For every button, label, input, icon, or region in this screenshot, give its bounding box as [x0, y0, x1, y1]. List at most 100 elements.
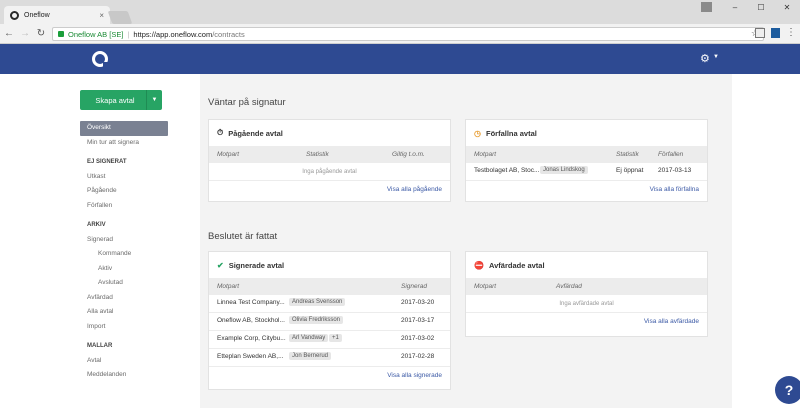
row-person-badge: Andreas Svensson — [289, 298, 346, 306]
no-entry-icon: ⛔ — [474, 260, 484, 270]
gear-icon[interactable]: ⚙ — [700, 52, 710, 65]
extension-icon[interactable] — [755, 28, 765, 38]
url-host: https://app.oneflow.com — [133, 29, 213, 39]
col-counterparty: Motpart — [474, 283, 497, 290]
sidebar-item-overview[interactable]: Översikt — [80, 121, 168, 136]
row-person-badge: Jon Bernerud — [289, 352, 332, 360]
browser-menu-icon[interactable]: ⋮ — [786, 28, 796, 38]
profile-icon[interactable] — [701, 2, 712, 12]
table-row[interactable]: Testbolaget AB, Stoc... Jonas Lindskog E… — [466, 163, 707, 181]
question-icon: ? — [784, 382, 794, 398]
show-all-signed-link[interactable]: Visa alla signerade — [209, 367, 450, 385]
sidebar-item-upcoming[interactable]: Kommande — [80, 247, 168, 262]
row-counterparty: Oneflow AB, Stockhol... — [217, 317, 285, 324]
sidebar-item-active[interactable]: Aktiv — [80, 262, 168, 277]
lock-icon — [58, 31, 64, 37]
card-header: ✔ Signerade avtal — [209, 252, 450, 278]
signed-contracts-card: ✔ Signerade avtal Motpart Signerad Linne… — [208, 251, 451, 390]
sidebar-item-signed[interactable]: Signerad — [80, 233, 168, 248]
section-title-awaiting: Väntar på signatur — [208, 97, 286, 108]
sidebar-item-expired[interactable]: Förfallen — [80, 199, 168, 214]
sidebar-item-all-contracts[interactable]: Alla avtal — [80, 305, 168, 320]
tab-title: Oneflow — [24, 11, 50, 19]
col-declined: Avfärdad — [556, 283, 582, 290]
sidebar-item-contract-templates[interactable]: Avtal — [80, 354, 168, 369]
close-window-icon[interactable]: ✕ — [774, 0, 800, 14]
table-row[interactable]: Etteplan Sweden AB,... Jon Bernerud 2017… — [209, 349, 450, 367]
address-bar[interactable]: Oneflow AB [SE] | https://app.oneflow.co… — [52, 27, 764, 41]
oneflow-favicon-icon — [10, 10, 19, 20]
card-header: ⛔ Avfärdade avtal — [466, 252, 707, 278]
col-statistics: Statistik — [306, 151, 329, 158]
column-headers: Motpart Statistik Giltig t.o.m. — [209, 146, 450, 163]
card-title: Pågående avtal — [228, 128, 283, 138]
column-headers: Motpart Avfärdad — [466, 278, 707, 295]
help-chat-button[interactable]: ? — [775, 376, 800, 404]
col-counterparty: Motpart — [217, 151, 240, 158]
empty-state: Inga pågående avtal — [209, 163, 450, 181]
sidebar-item-my-turn[interactable]: Min tur att signera — [80, 136, 168, 151]
show-all-declined-link[interactable]: Visa alla avfärdade — [466, 313, 707, 331]
right-gutter — [732, 74, 800, 408]
col-valid-until: Giltig t.o.m. — [392, 151, 425, 158]
table-row[interactable]: Example Corp, Citybu... Arl Vandway +1 2… — [209, 331, 450, 349]
forward-icon[interactable]: → — [18, 28, 32, 39]
declined-contracts-card: ⛔ Avfärdade avtal Motpart Avfärdad Inga … — [465, 251, 708, 337]
browser-tab[interactable]: Oneflow × — [4, 6, 110, 24]
card-title: Förfallna avtal — [485, 128, 537, 138]
extension-shield-icon[interactable] — [771, 28, 780, 38]
card-header: ◷ Förfallna avtal — [466, 120, 707, 146]
new-tab-button[interactable] — [107, 11, 133, 24]
minimize-icon[interactable]: – — [722, 0, 748, 14]
back-icon[interactable]: ← — [2, 28, 16, 39]
reload-icon[interactable]: ↻ — [34, 28, 48, 39]
sidebar-heading-templates: MALLAR — [87, 343, 113, 349]
table-row[interactable]: Linnea Test Company... Andreas Svensson … — [209, 295, 450, 313]
row-date: 2017-03-17 — [401, 317, 435, 324]
maximize-icon[interactable]: ☐ — [748, 0, 774, 14]
sidebar-item-import[interactable]: Import — [80, 320, 168, 335]
app-header: ⚙ ▼ — [0, 44, 800, 74]
row-counterparty: Example Corp, Citybu... — [217, 335, 286, 342]
chevron-down-icon[interactable]: ▼ — [146, 90, 162, 110]
column-headers: Motpart Signerad — [209, 278, 450, 295]
window-controls: – ☐ ✕ — [701, 0, 800, 14]
card-title: Signerade avtal — [228, 260, 285, 270]
extension-icons: ⋮ — [755, 28, 796, 38]
create-contract-button[interactable]: Skapa avtal ▼ — [80, 90, 162, 110]
column-headers: Motpart Statistik Förfallen — [466, 146, 707, 163]
row-person-badge: Arl Vandway — [289, 334, 329, 342]
row-counterparty: Testbolaget AB, Stoc... — [474, 167, 540, 174]
show-all-ongoing-link[interactable]: Visa alla pågående — [209, 181, 450, 199]
card-header: ⏱ Pågående avtal — [209, 120, 450, 146]
col-counterparty: Motpart — [474, 151, 497, 158]
ongoing-contracts-card: ⏱ Pågående avtal Motpart Statistik Gilti… — [208, 119, 451, 202]
row-date: 2017-03-02 — [401, 335, 435, 342]
oneflow-logo-icon[interactable] — [92, 51, 109, 68]
chevron-down-icon[interactable]: ▼ — [713, 54, 719, 60]
row-extra-count-badge: +1 — [329, 334, 342, 342]
col-expired: Förfallen — [658, 151, 684, 158]
table-row[interactable]: Oneflow AB, Stockhol... Olivia Fredrikss… — [209, 313, 450, 331]
sidebar-heading-archive: ARKIV — [87, 222, 106, 228]
create-contract-label: Skapa avtal — [95, 95, 135, 105]
sidebar: Skapa avtal ▼ Översikt Min tur att signe… — [0, 74, 200, 408]
close-tab-icon[interactable]: × — [99, 11, 104, 20]
row-statistics: Ej öppnat — [616, 167, 644, 174]
sidebar-item-declined[interactable]: Avfärdad — [80, 291, 168, 306]
col-signed: Signerad — [401, 283, 428, 290]
row-date: 2017-02-28 — [401, 353, 435, 360]
timer-icon: ⏱ — [217, 128, 224, 137]
row-date: 2017-03-20 — [401, 299, 435, 306]
sidebar-item-ongoing[interactable]: Pågående — [80, 184, 168, 199]
row-date: 2017-03-13 — [658, 167, 692, 174]
sidebar-item-messages[interactable]: Meddelanden — [80, 368, 168, 383]
empty-state: Inga avfärdade avtal — [466, 295, 707, 313]
sidebar-item-ended[interactable]: Avslutad — [80, 276, 168, 291]
sidebar-item-drafts[interactable]: Utkast — [80, 170, 168, 185]
show-all-expired-link[interactable]: Visa alla förfallna — [466, 181, 707, 199]
card-title: Avfärdade avtal — [488, 260, 545, 270]
sidebar-nav: Översikt Min tur att signera EJ SIGNERAT… — [80, 121, 168, 383]
sidebar-heading-unsigned: EJ SIGNERAT — [87, 159, 127, 165]
url-separator: | — [127, 29, 130, 39]
